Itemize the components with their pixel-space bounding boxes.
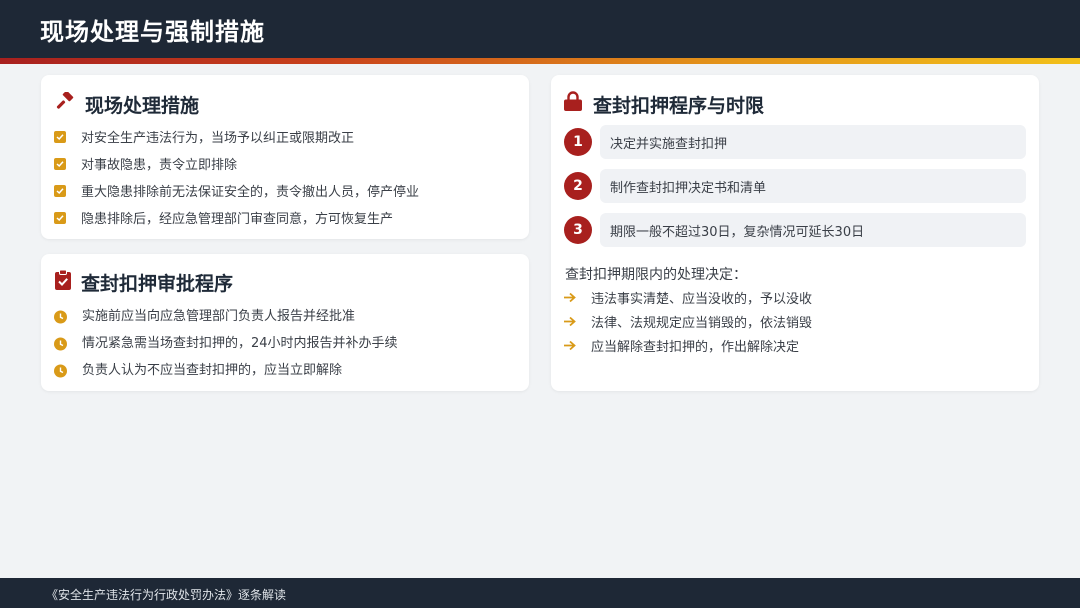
approval-procedure-card: 查封扣押审批程序 实施前应当向应急管理部门负责人报告并经批准 情况紧急需当场查封… xyxy=(41,254,529,391)
list-item: 情况紧急需当场查封扣押的，24小时内报告并补办手续 xyxy=(54,328,398,355)
list-item: 对安全生产违法行为，当场予以纠正或限期改正 xyxy=(54,123,419,150)
clipboard-check-icon xyxy=(55,269,71,294)
procedure-timelimit-card: 查封扣押程序与时限 1 决定并实施查封扣押 2 制作查封扣押决定书和清单 3 期… xyxy=(551,75,1039,391)
clock-icon xyxy=(54,362,67,377)
list-item: 负责人认为不应当查封扣押的，应当立即解除 xyxy=(54,355,398,382)
procedure-steps: 1 决定并实施查封扣押 2 制作查封扣押决定书和清单 3 期限一般不超过30日，… xyxy=(563,125,1027,257)
list-item: 违法事实清楚、应当没收的，予以没收 xyxy=(563,285,812,309)
list-item: 实施前应当向应急管理部门负责人报告并经批准 xyxy=(54,301,398,328)
approval-procedure-list: 实施前应当向应急管理部门负责人报告并经批准 情况紧急需当场查封扣押的，24小时内… xyxy=(54,301,398,382)
header-bar: 现场处理与强制措施 xyxy=(0,0,1080,58)
approval-procedure-title: 查封扣押审批程序 xyxy=(81,273,234,295)
list-item: 隐患排除后，经应急管理部门审查同意，方可恢复生产 xyxy=(54,204,419,231)
list-item-text: 重大隐患排除前无法保证安全的，责令撤出人员，停产停业 xyxy=(81,185,420,200)
onsite-measures-list: 对安全生产违法行为，当场予以纠正或限期改正 对事故隐患，责令立即排除 重大隐患排… xyxy=(54,123,419,231)
arrow-right-icon xyxy=(564,288,576,307)
list-item-text: 实施前应当向应急管理部门负责人报告并经批准 xyxy=(82,309,356,324)
list-item-text: 情况紧急需当场查封扣押的，24小时内报告并补办手续 xyxy=(82,336,398,351)
procedure-step: 1 决定并实施查封扣押 xyxy=(563,125,1027,169)
step-text: 决定并实施查封扣押 xyxy=(600,125,1026,159)
list-item-text: 对事故隐患，责令立即排除 xyxy=(81,158,238,173)
decisions-subheading: 查封扣押期限内的处理决定： xyxy=(565,267,747,283)
arrow-right-icon xyxy=(564,312,576,331)
clock-icon xyxy=(54,308,67,323)
list-item-text: 法律、法规规定应当销毁的，依法销毁 xyxy=(591,315,813,331)
step-number-badge: 1 xyxy=(564,128,592,156)
footer-bar: 《安全生产违法行为行政处罚办法》逐条解读 xyxy=(0,578,1080,608)
gavel-icon xyxy=(55,90,75,116)
lock-icon xyxy=(564,91,582,115)
checkbox-checked-icon xyxy=(54,157,66,170)
step-text: 制作查封扣押决定书和清单 xyxy=(600,169,1026,203)
checkbox-checked-icon xyxy=(54,130,66,143)
slide: 现场处理与强制措施 现场处理措施 对安全生产违法行为，当场予以纠正或限期改正 对… xyxy=(0,0,1080,608)
onsite-measures-card: 现场处理措施 对安全生产违法行为，当场予以纠正或限期改正 对事故隐患，责令立即排… xyxy=(41,75,529,239)
step-number-badge: 2 xyxy=(564,172,592,200)
list-item: 法律、法规规定应当销毁的，依法销毁 xyxy=(563,309,812,333)
checkbox-checked-icon xyxy=(54,184,66,197)
clock-icon xyxy=(54,335,67,350)
procedure-step: 2 制作查封扣押决定书和清单 xyxy=(563,169,1027,213)
list-item-text: 负责人认为不应当查封扣押的，应当立即解除 xyxy=(82,363,343,378)
list-item-text: 隐患排除后，经应急管理部门审查同意，方可恢复生产 xyxy=(81,212,394,227)
checkbox-checked-icon xyxy=(54,211,66,224)
list-item-text: 对安全生产违法行为，当场予以纠正或限期改正 xyxy=(81,131,355,146)
step-text: 期限一般不超过30日，复杂情况可延长30日 xyxy=(600,213,1026,247)
onsite-measures-title: 现场处理措施 xyxy=(85,95,200,117)
list-item: 重大隐患排除前无法保证安全的，责令撤出人员，停产停业 xyxy=(54,177,419,204)
accent-gradient-bar xyxy=(0,58,1080,64)
decisions-list: 违法事实清楚、应当没收的，予以没收 法律、法规规定应当销毁的，依法销毁 应当解除… xyxy=(563,285,812,357)
list-item: 应当解除查封扣押的，作出解除决定 xyxy=(563,333,812,357)
list-item-text: 违法事实清楚、应当没收的，予以没收 xyxy=(591,291,813,307)
arrow-right-icon xyxy=(564,336,576,355)
step-number-badge: 3 xyxy=(564,216,592,244)
page-title: 现场处理与强制措施 xyxy=(40,18,265,46)
list-item: 对事故隐患，责令立即排除 xyxy=(54,150,419,177)
procedure-step: 3 期限一般不超过30日，复杂情况可延长30日 xyxy=(563,213,1027,257)
procedure-timelimit-title: 查封扣押程序与时限 xyxy=(593,95,765,117)
list-item-text: 应当解除查封扣押的，作出解除决定 xyxy=(591,339,800,355)
footer-text: 《安全生产违法行为行政处罚办法》逐条解读 xyxy=(46,588,287,602)
